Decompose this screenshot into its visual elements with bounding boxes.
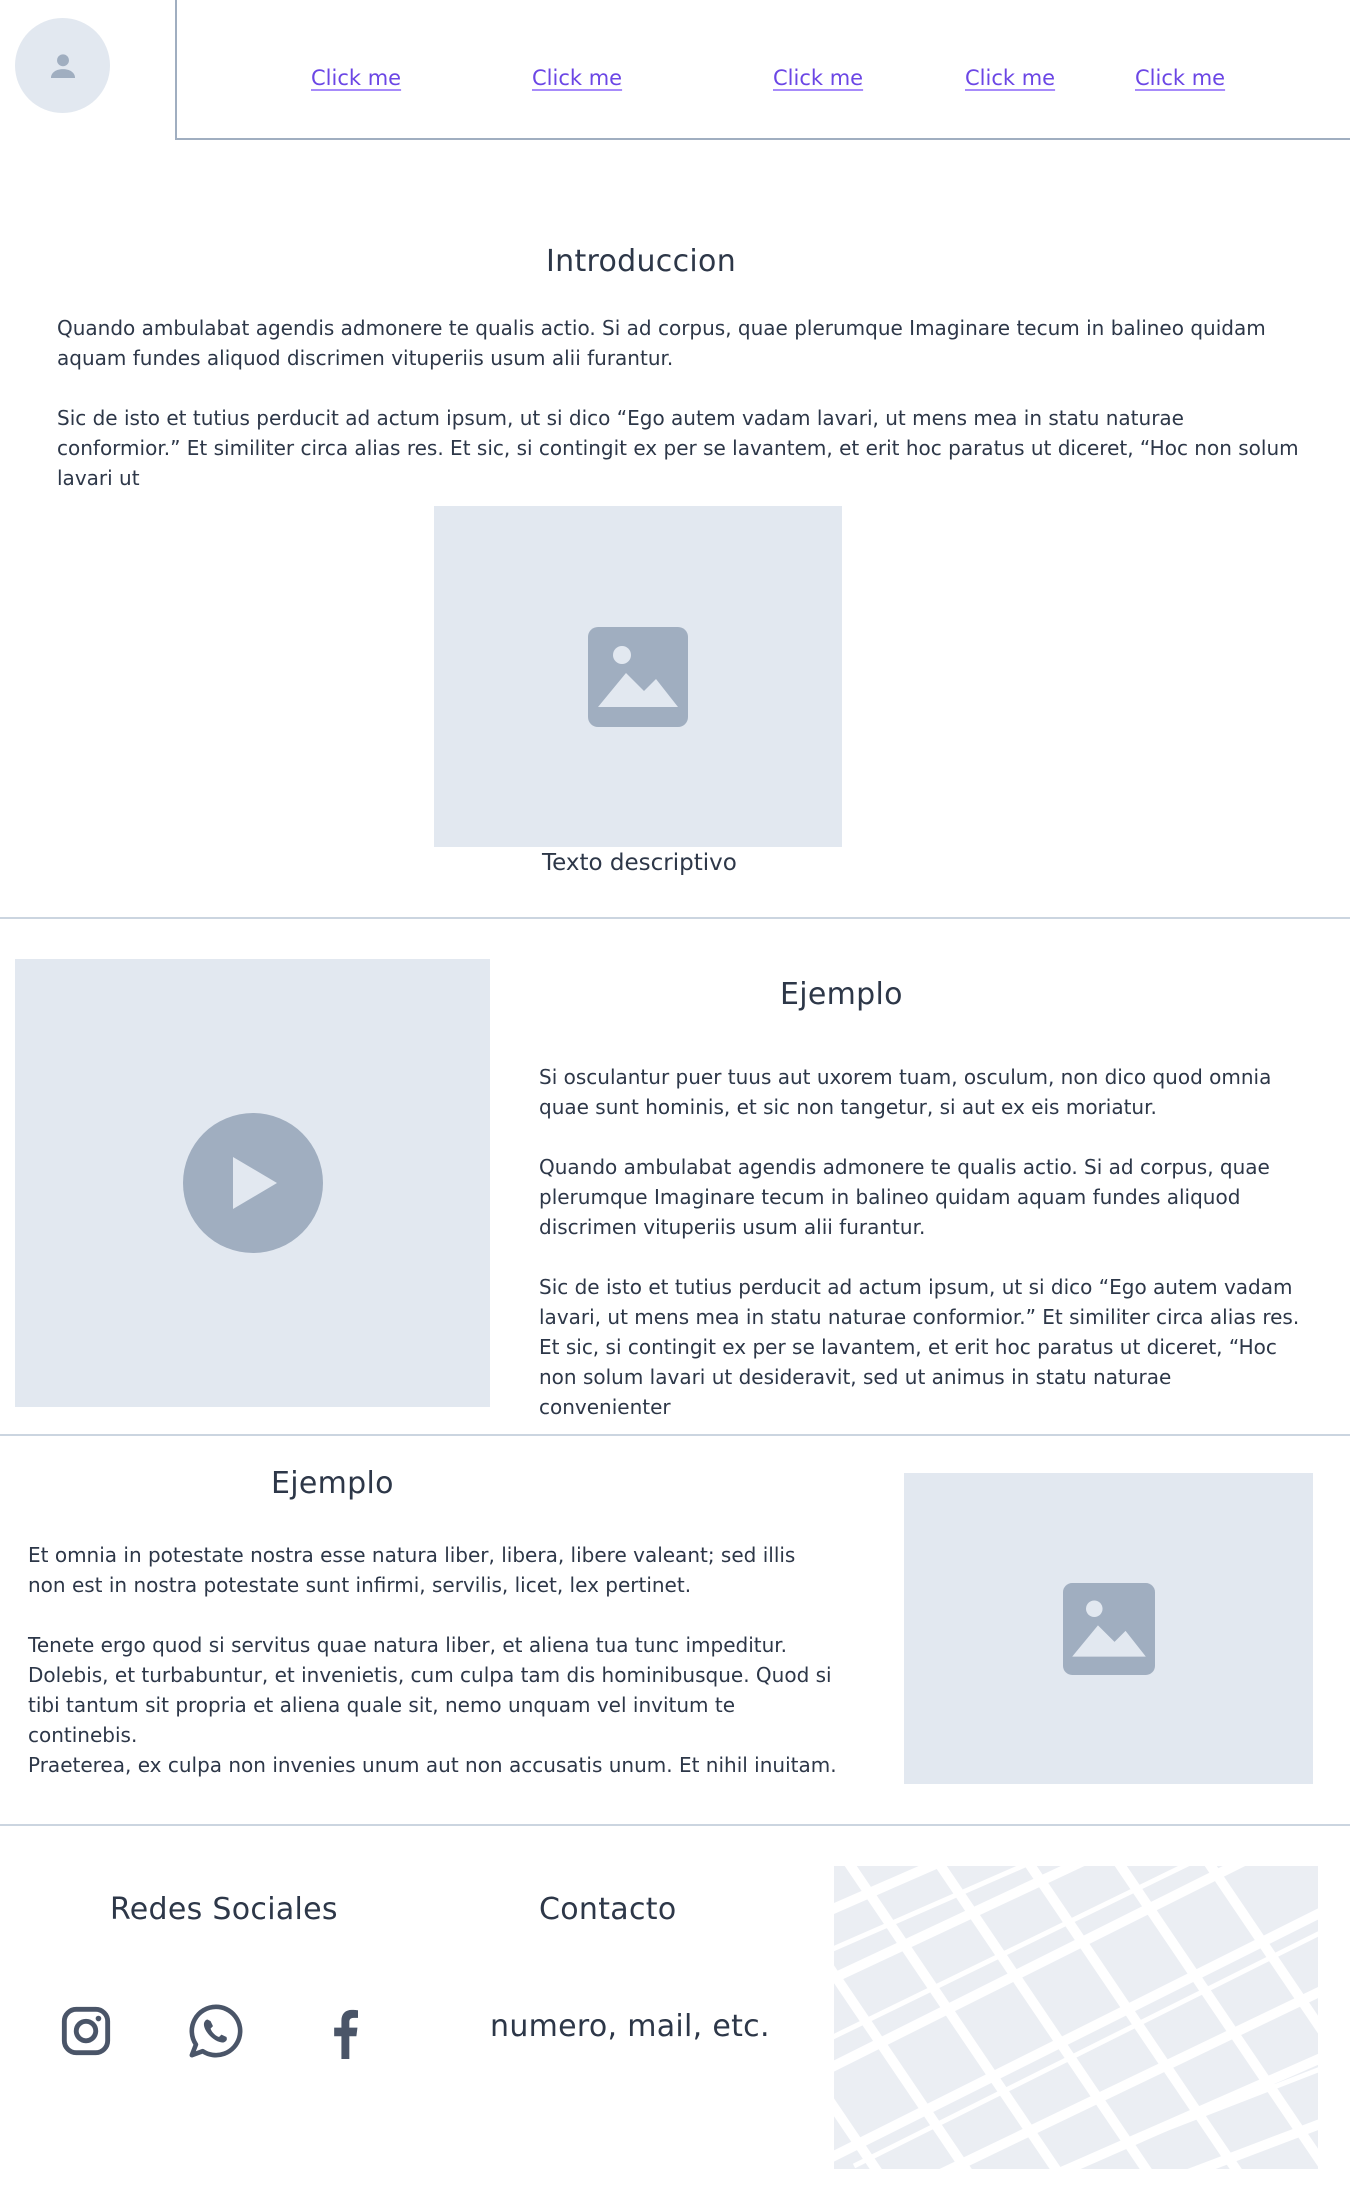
example-2-paragraph-1: Et omnia in potestate nostra esse natura… — [28, 1543, 796, 1597]
play-icon — [232, 1157, 277, 1209]
social-title: Redes Sociales — [110, 1892, 338, 1927]
intro-image-caption: Texto descriptivo — [542, 850, 737, 876]
section-divider — [0, 1824, 1350, 1826]
play-button[interactable] — [182, 1113, 323, 1253]
user-icon — [50, 53, 75, 78]
example-1-paragraph-2: Quando ambulabat agendis admonere te qua… — [539, 1155, 1270, 1239]
image-icon — [588, 626, 688, 727]
contact-title: Contacto — [539, 1892, 677, 1927]
instagram-icon[interactable] — [60, 2005, 112, 2057]
intro-paragraph-2: Sic de isto et tutius perducit ad actum … — [57, 406, 1299, 490]
example-1-paragraph-3: Sic de isto et tutius perducit ad actum … — [539, 1275, 1300, 1419]
section-divider — [0, 917, 1350, 919]
intro-image — [434, 506, 842, 847]
example-2-title: Ejemplo — [271, 1466, 394, 1501]
example-1-title: Ejemplo — [780, 977, 903, 1012]
whatsapp-icon[interactable] — [187, 2002, 245, 2060]
nav-link-4[interactable]: Click me — [965, 66, 1055, 90]
header: Click me Click me Click me Click me Clic… — [0, 0, 1350, 140]
example-2-paragraph-2: Tenete ergo quod si servitus quae natura… — [28, 1633, 832, 1747]
nav-link-2[interactable]: Click me — [532, 66, 622, 90]
avatar[interactable] — [15, 18, 110, 113]
example-1-paragraph-1: Si osculantur puer tuus aut uxorem tuam,… — [539, 1065, 1272, 1119]
nav-link-1[interactable]: Click me — [311, 66, 401, 90]
intro-title: Introduccion — [546, 244, 737, 279]
image-icon — [1062, 1582, 1155, 1675]
example-2-paragraph-3: Praeterea, ex culpa non invenies unum au… — [28, 1753, 837, 1777]
video-player[interactable] — [15, 959, 490, 1407]
map[interactable] — [834, 1866, 1318, 2169]
contact-info: numero, mail, etc. — [490, 2009, 770, 2044]
nav-link-5[interactable]: Click me — [1135, 66, 1225, 90]
example-2-image — [904, 1473, 1313, 1784]
nav-link-3[interactable]: Click me — [773, 66, 863, 90]
section-divider — [0, 1434, 1350, 1436]
intro-paragraph-1: Quando ambulabat agendis admonere te qua… — [57, 316, 1266, 370]
facebook-icon[interactable] — [322, 2005, 368, 2061]
